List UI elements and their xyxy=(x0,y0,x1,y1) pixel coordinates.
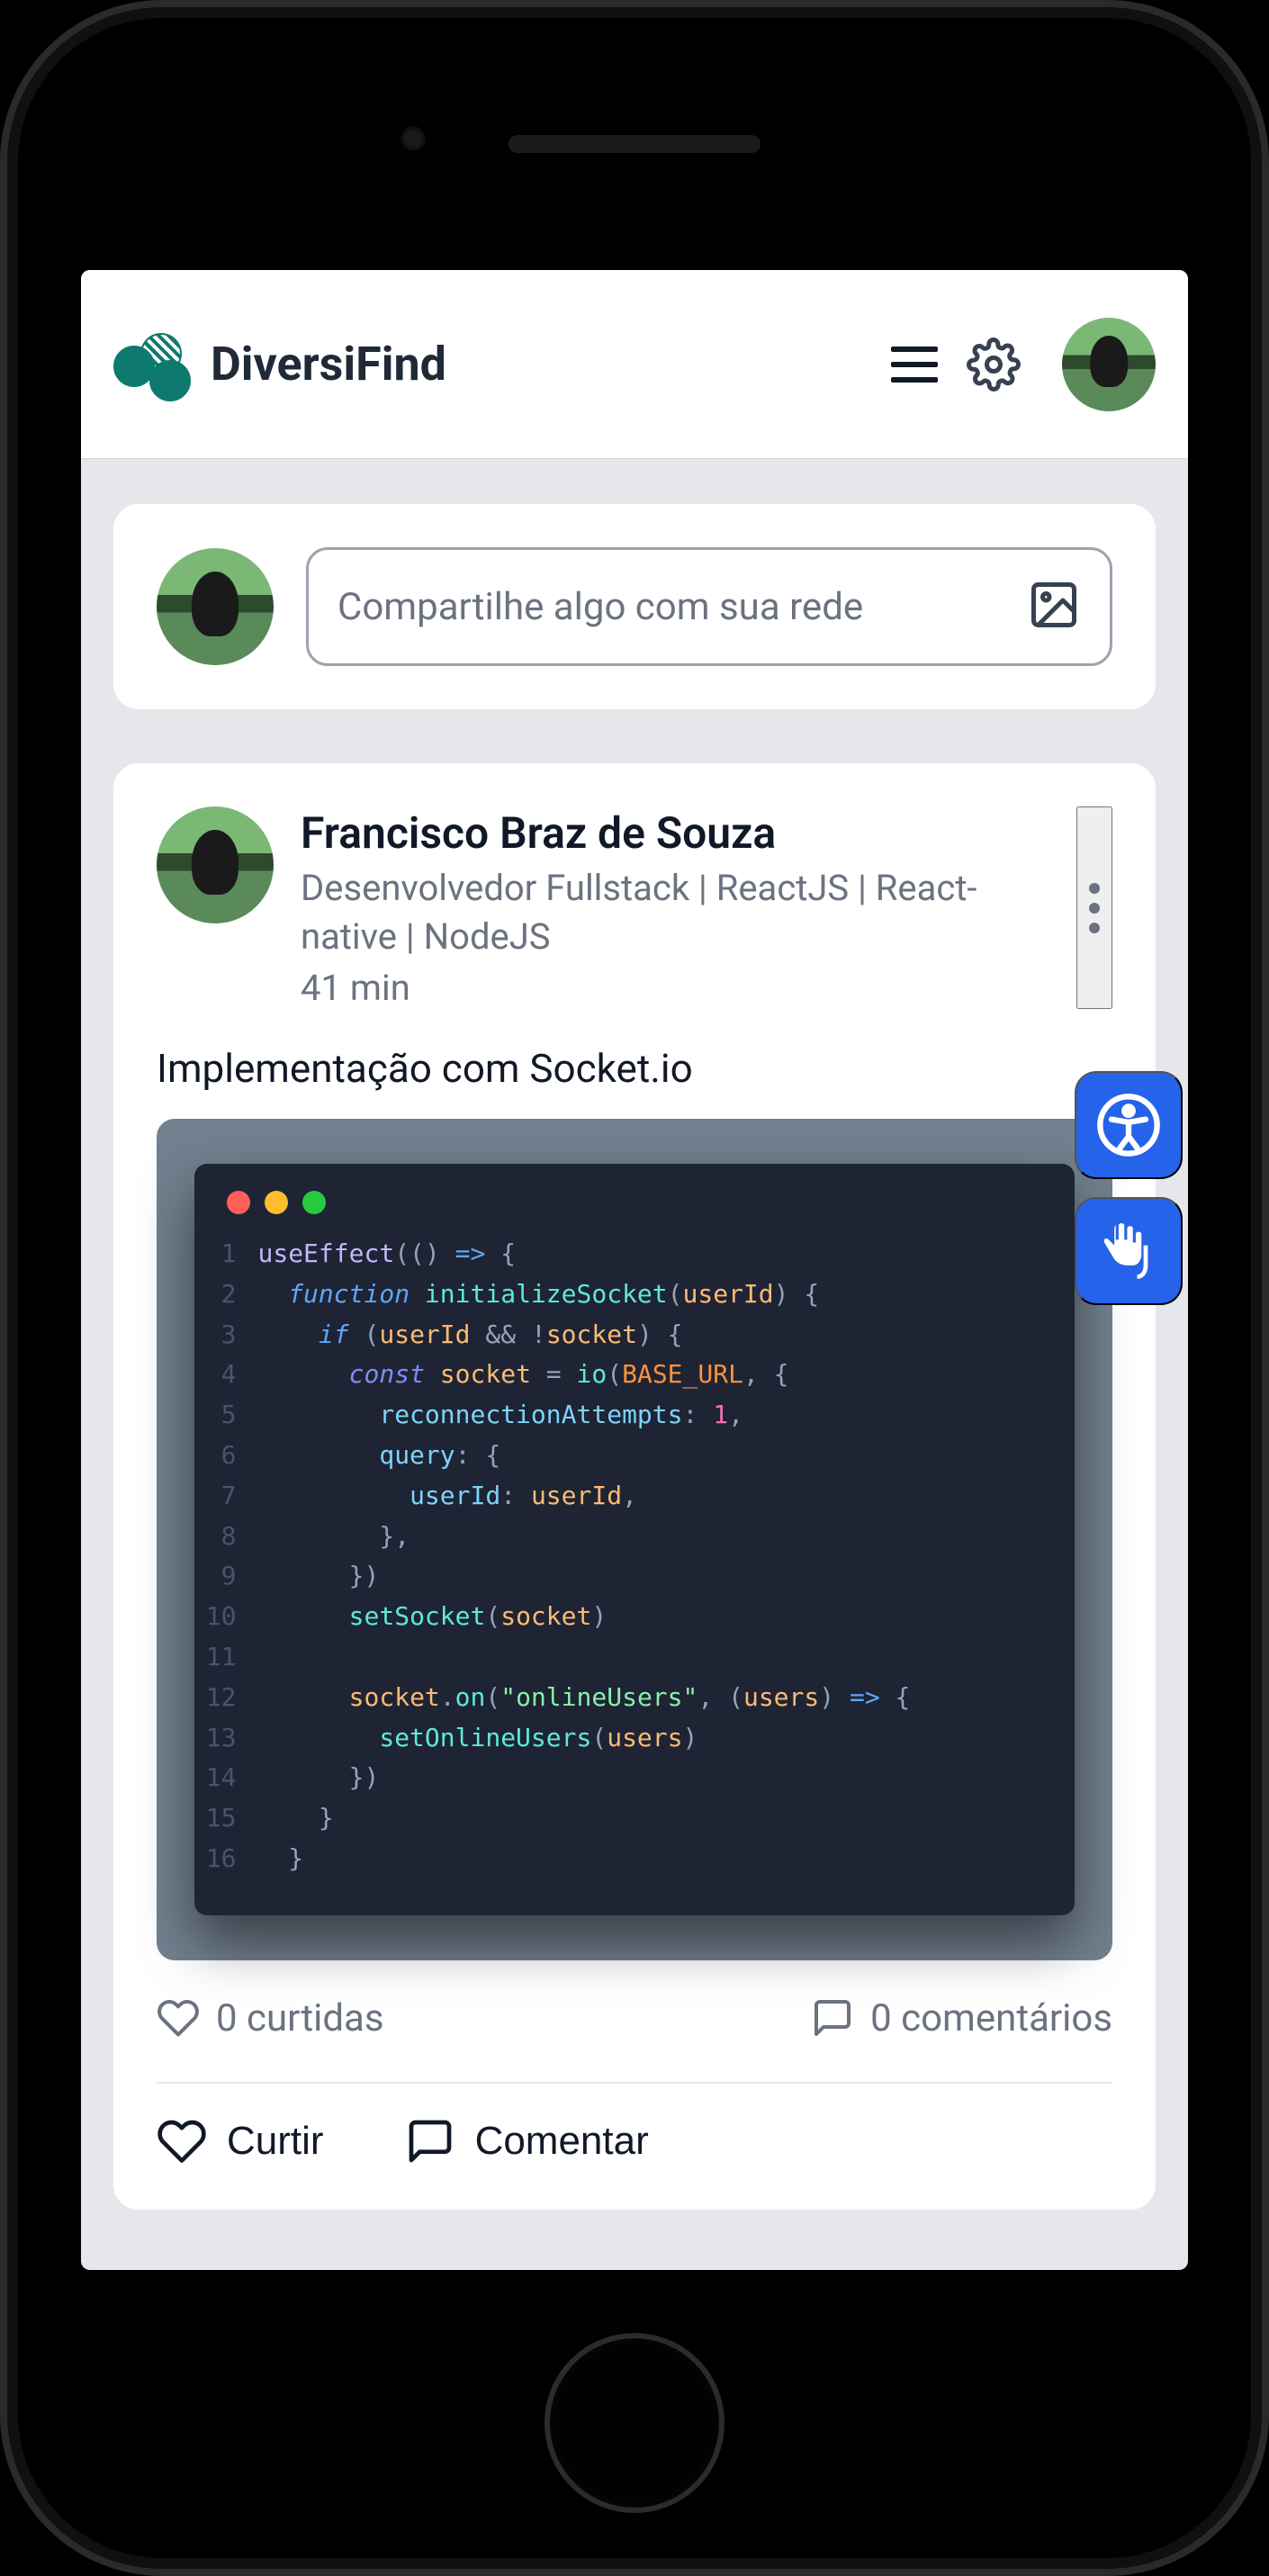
topbar: DiversiFind xyxy=(81,270,1188,459)
code-line: 4 const socket = io(BASE_URL, { xyxy=(194,1355,1074,1395)
post-timestamp: 41 min xyxy=(301,967,1049,1009)
feed: Compartilhe algo com sua rede Francisco … xyxy=(81,459,1188,2255)
image-icon xyxy=(1027,578,1081,632)
accessibility-buttons xyxy=(1075,1071,1183,1305)
comments-count[interactable]: 0 comentários xyxy=(811,1996,1112,2040)
post-caption: Implementação com Socket.io xyxy=(157,1045,1112,1092)
dots-icon xyxy=(1089,883,1100,894)
comment-button[interactable]: Comentar xyxy=(405,2116,649,2166)
post-image-code: 1useEffect(() => {2 function initializeS… xyxy=(157,1119,1112,1960)
attach-image-button[interactable] xyxy=(1027,578,1081,635)
likes-count-text: 0 curtidas xyxy=(216,1996,384,2040)
code-line: 15 } xyxy=(194,1798,1074,1839)
code-line: 11 xyxy=(194,1637,1074,1678)
code-line: 6 query: { xyxy=(194,1436,1074,1476)
like-button-label: Curtir xyxy=(227,2119,324,2164)
code-line: 14 }) xyxy=(194,1758,1074,1798)
comment-icon xyxy=(405,2116,455,2166)
logo-icon xyxy=(113,333,194,396)
heart-icon xyxy=(157,1996,200,2040)
comment-icon xyxy=(811,1996,854,2040)
post-stats: 0 curtidas 0 comentários xyxy=(157,1996,1112,2040)
code-line: 7 userId: userId, xyxy=(194,1476,1074,1517)
code-line: 16 } xyxy=(194,1839,1074,1879)
accessibility-button[interactable] xyxy=(1075,1071,1183,1179)
code-body: 1useEffect(() => {2 function initializeS… xyxy=(194,1234,1074,1879)
comment-button-label: Comentar xyxy=(475,2119,649,2164)
window-traffic-lights xyxy=(194,1191,1074,1234)
code-line: 13 setOnlineUsers(users) xyxy=(194,1718,1074,1759)
compose-card: Compartilhe algo com sua rede xyxy=(113,504,1156,709)
code-line: 12 socket.on("onlineUsers", (users) => { xyxy=(194,1678,1074,1718)
menu-icon xyxy=(891,347,938,383)
brand-logo[interactable]: DiversiFind xyxy=(113,333,446,396)
post-actions: Curtir Comentar xyxy=(157,2116,1112,2166)
sign-language-button[interactable] xyxy=(1075,1197,1183,1305)
post-header: Francisco Braz de Souza Desenvolvedor Fu… xyxy=(157,806,1112,1009)
compose-input[interactable]: Compartilhe algo com sua rede xyxy=(306,547,1112,666)
comments-count-text: 0 comentários xyxy=(870,1996,1112,2040)
code-line: 5 reconnectionAttempts: 1, xyxy=(194,1395,1074,1436)
post-author-role: Desenvolvedor Fullstack | ReactJS | Reac… xyxy=(301,864,1049,961)
accessibility-icon xyxy=(1094,1091,1163,1159)
post-card: Francisco Braz de Souza Desenvolvedor Fu… xyxy=(113,763,1156,2210)
gear-icon xyxy=(967,338,1021,392)
phone-frame: DiversiFind Compartilhe algo com sua red… xyxy=(0,0,1269,2576)
post-options-button[interactable] xyxy=(1076,806,1112,1009)
code-line: 8 }, xyxy=(194,1517,1074,1557)
brand-name: DiversiFind xyxy=(211,337,446,392)
post-author-name[interactable]: Francisco Braz de Souza xyxy=(301,806,1049,860)
code-line: 1useEffect(() => { xyxy=(194,1234,1074,1274)
profile-avatar[interactable] xyxy=(1062,318,1156,411)
divider xyxy=(157,2082,1112,2084)
screen: DiversiFind Compartilhe algo com sua red… xyxy=(81,270,1188,2270)
heart-icon xyxy=(157,2116,207,2166)
hands-icon xyxy=(1094,1217,1163,1285)
post-author-avatar[interactable] xyxy=(157,806,274,923)
compose-avatar[interactable] xyxy=(157,548,274,665)
code-line: 3 if (userId && !socket) { xyxy=(194,1315,1074,1356)
likes-count[interactable]: 0 curtidas xyxy=(157,1996,384,2040)
settings-button[interactable] xyxy=(965,336,1022,393)
like-button[interactable]: Curtir xyxy=(157,2116,324,2166)
compose-placeholder: Compartilhe algo com sua rede xyxy=(338,585,1009,629)
code-line: 2 function initializeSocket(userId) { xyxy=(194,1274,1074,1315)
code-line: 9 }) xyxy=(194,1556,1074,1597)
code-line: 10 setSocket(socket) xyxy=(194,1597,1074,1637)
home-button[interactable] xyxy=(544,2333,724,2513)
menu-button[interactable] xyxy=(886,336,943,393)
code-window: 1useEffect(() => {2 function initializeS… xyxy=(194,1164,1074,1915)
